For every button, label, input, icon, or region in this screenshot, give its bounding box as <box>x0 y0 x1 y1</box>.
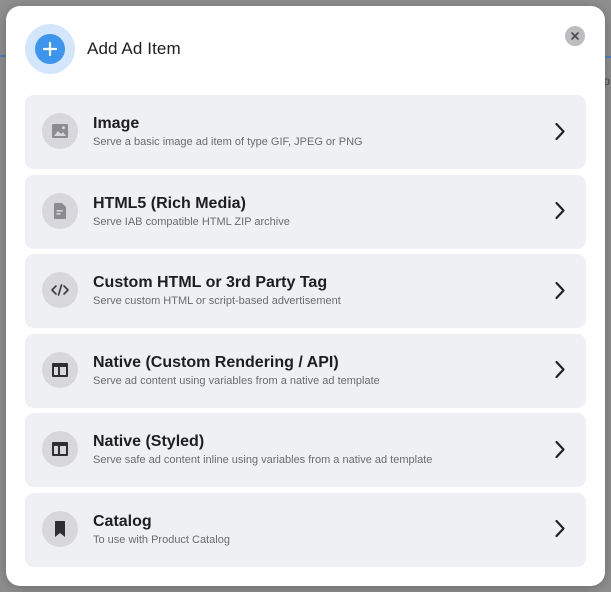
item-description: Serve ad content using variables from a … <box>93 374 380 387</box>
chevron-right-icon <box>553 121 567 141</box>
chevron-right-icon <box>553 439 567 459</box>
item-description: Serve custom HTML or script-based advert… <box>93 295 341 308</box>
plus-icon <box>35 34 65 64</box>
item-description: Serve safe ad content inline using varia… <box>93 454 433 467</box>
layout-icon <box>42 431 78 468</box>
modal-title: Add Ad Item <box>87 39 181 58</box>
image-icon <box>42 113 78 149</box>
chevron-right-icon <box>553 360 567 380</box>
layout-icon <box>42 351 78 388</box>
add-ad-item-modal: Add Ad Item Image Serve a basic image ad… <box>6 6 605 586</box>
chevron-right-icon <box>553 280 567 300</box>
close-button[interactable] <box>565 26 585 46</box>
item-image[interactable]: Image Serve a basic image ad item of typ… <box>25 95 586 169</box>
ad-item-type-list: Image Serve a basic image ad item of typ… <box>25 95 586 573</box>
item-native-custom-rendering-api[interactable]: Native (Custom Rendering / API) Serve ad… <box>25 333 586 408</box>
bookmark-icon <box>42 510 78 547</box>
document-icon <box>42 192 78 229</box>
item-title: Custom HTML or 3rd Party Tag <box>93 274 328 292</box>
item-html5-rich-media[interactable]: HTML5 (Rich Media) Serve IAB compatible … <box>25 174 586 249</box>
item-title: Native (Styled) <box>93 433 205 451</box>
header-icon-badge <box>25 24 75 74</box>
item-custom-html-3rd-party-tag[interactable]: Custom HTML or 3rd Party Tag Serve custo… <box>25 254 586 329</box>
item-title: Catalog <box>93 512 152 530</box>
item-title: Image <box>93 115 140 132</box>
close-icon <box>570 31 580 41</box>
item-title: HTML5 (Rich Media) <box>93 194 246 212</box>
item-description: To use with Product Catalog <box>93 533 230 546</box>
modal-header: Add Ad Item <box>6 6 605 94</box>
item-title: Native (Custom Rendering / API) <box>93 353 339 371</box>
item-description: Serve a basic image ad item of type GIF,… <box>93 136 363 148</box>
item-description: Serve IAB compatible HTML ZIP archive <box>93 215 290 228</box>
chevron-right-icon <box>553 201 567 221</box>
code-icon <box>42 272 78 309</box>
chevron-right-icon <box>553 519 567 539</box>
item-catalog[interactable]: Catalog To use with Product Catalog <box>25 492 586 567</box>
item-native-styled[interactable]: Native (Styled) Serve safe ad content in… <box>25 413 586 488</box>
